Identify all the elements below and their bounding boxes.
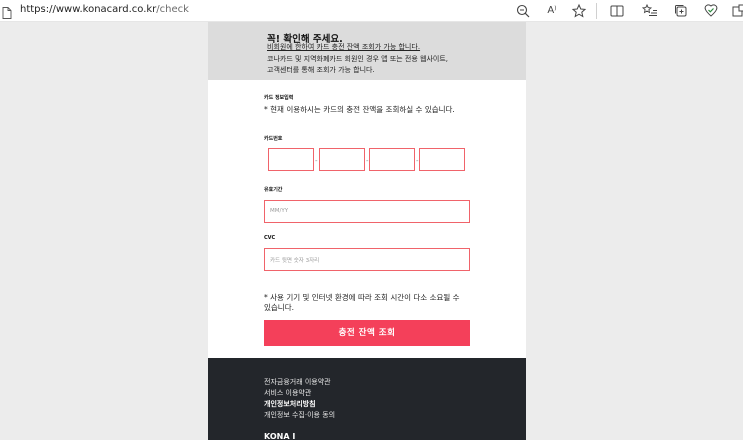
kona-logo: KONA I [264, 432, 296, 440]
cvc-placeholder: 카드 뒷면 숫자 3자리 [270, 258, 320, 264]
card-info-description: * 현재 이용하시는 카드의 충전 잔액을 조회하실 수 있습니다. [264, 105, 455, 114]
expiry-label: 유효기간 [264, 187, 283, 193]
card-number-input-4[interactable] [419, 148, 465, 171]
browser-essentials-icon[interactable] [703, 3, 719, 19]
footer-link-electronic-finance-terms[interactable]: 전자금융거래 이용약관 [264, 377, 331, 387]
favorites-list-icon[interactable] [642, 3, 658, 19]
browser-toolbar: https://www.konacard.co.kr/check A⁾ [0, 0, 743, 22]
address-bar[interactable]: https://www.konacard.co.kr/check [20, 4, 189, 15]
check-balance-button[interactable]: 충전 잔액 조회 [264, 320, 470, 346]
notice-line-3: 고객센터를 통해 조회가 가능 합니다. [267, 66, 375, 74]
card-number-input-3[interactable] [369, 148, 415, 171]
cvc-input[interactable]: 카드 뒷면 숫자 3자리 [264, 248, 470, 271]
notice-line-1: 비회원에 한하여 카드 충전 잔액 조회가 가능 합니다. [267, 43, 421, 51]
card-number-separator: - [315, 157, 318, 165]
favorite-star-icon[interactable] [571, 3, 587, 19]
collections-icon[interactable] [673, 3, 689, 19]
card-number-input-2[interactable] [319, 148, 365, 171]
zoom-icon[interactable] [515, 3, 531, 19]
extensions-icon[interactable] [731, 3, 743, 19]
card-info-heading: 카드 정보입력 [264, 95, 294, 101]
footer-link-privacy-consent[interactable]: 개인정보 수집·이용 동의 [264, 410, 335, 420]
footer-link-service-terms[interactable]: 서비스 이용약관 [264, 388, 311, 398]
url-host: https://www.konacard.co.kr [20, 4, 157, 15]
read-aloud-icon[interactable]: A⁾ [544, 3, 560, 19]
notice-line-2: 코나카드 및 지역화폐카드 회원인 경우 앱 또는 전용 웹사이트, [267, 55, 449, 63]
cvc-label: CVC [264, 235, 276, 241]
split-screen-icon[interactable] [609, 3, 625, 19]
page-icon[interactable] [2, 4, 12, 19]
timing-notice-line-2: 있습니다. [264, 303, 294, 312]
toolbar-divider [596, 3, 597, 19]
expiry-input[interactable]: MM/YY [264, 200, 470, 223]
card-number-input-1[interactable] [268, 148, 314, 171]
expiry-placeholder: MM/YY [270, 208, 289, 214]
notice-box: 꼭! 확인해 주세요. 비회원에 한하여 카드 충전 잔액 조회가 가능 합니다… [208, 22, 526, 80]
footer-link-privacy-policy[interactable]: 개인정보처리방침 [264, 399, 316, 409]
footer: 전자금융거래 이용약관 서비스 이용약관 개인정보처리방침 개인정보 수집·이용… [208, 358, 526, 440]
url-path: /check [156, 4, 189, 15]
balance-check-page: 꼭! 확인해 주세요. 비회원에 한하여 카드 충전 잔액 조회가 가능 합니다… [208, 22, 526, 440]
card-number-label: 카드번호 [264, 136, 283, 142]
